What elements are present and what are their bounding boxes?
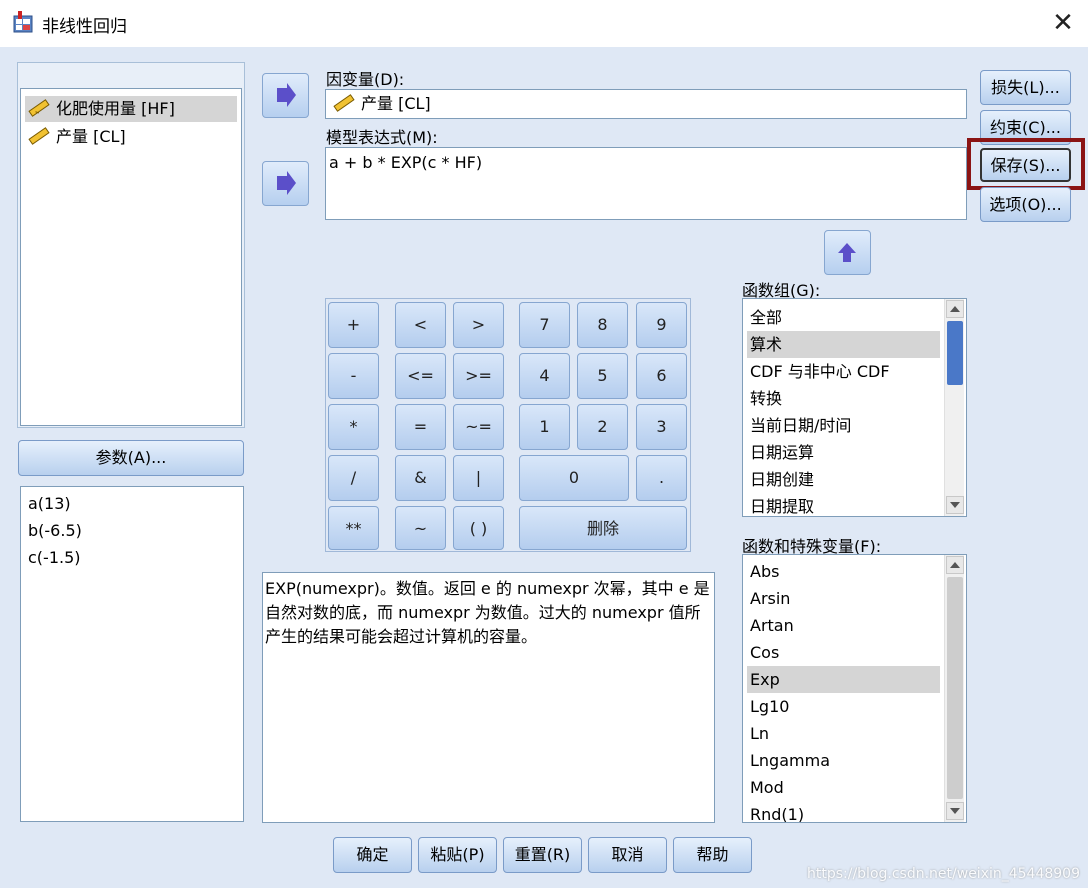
function-group-list[interactable]: 全部 算术 CDF 与非中心 CDF 转换 当前日期/时间 日期运算 日期创建 …	[742, 298, 967, 517]
function-item[interactable]: Cos	[747, 639, 940, 666]
calc-digit-4[interactable]: 4	[519, 353, 570, 399]
watermark: https://blog.csdn.net/weixin_45448909	[806, 866, 1080, 882]
function-group-item[interactable]: 全部	[747, 304, 940, 331]
calc-delete-button[interactable]: 删除	[519, 506, 687, 550]
calc-multiply-button[interactable]: *	[328, 404, 379, 450]
scroll-up-icon[interactable]	[946, 556, 964, 574]
calc-divide-button[interactable]: /	[328, 455, 379, 501]
arrow-right-icon	[277, 83, 296, 107]
dependent-value-text: 产量 [CL]	[361, 94, 431, 113]
function-item[interactable]: Rnd(1)	[747, 801, 940, 822]
params-list[interactable]: a(13) b(-6.5) c(-1.5)	[20, 486, 244, 822]
close-icon[interactable]: ✕	[1048, 8, 1078, 38]
dependent-label: 因变量(D):	[326, 70, 405, 89]
move-to-model-button[interactable]	[262, 161, 309, 206]
calc-notequal-button[interactable]: ~=	[453, 404, 504, 450]
function-group-item[interactable]: 日期提取	[747, 493, 940, 516]
help-button[interactable]: 帮助	[673, 837, 752, 873]
variable-list[interactable]: 化肥使用量 [HF] 产量 [CL]	[20, 88, 242, 426]
scroll-down-icon[interactable]	[946, 802, 964, 820]
function-group-item[interactable]: 日期创建	[747, 466, 940, 493]
model-label: 模型表达式(M):	[326, 128, 438, 147]
calc-digit-9[interactable]: 9	[636, 302, 687, 348]
calc-lt-button[interactable]: <	[395, 302, 446, 348]
model-expression-field[interactable]: a + b * EXP(c * HF)	[325, 147, 967, 220]
move-to-dependent-button[interactable]	[262, 73, 309, 118]
title-bar	[0, 0, 1088, 47]
options-button[interactable]: 选项(O)...	[980, 187, 1071, 222]
calc-equal-button[interactable]: =	[395, 404, 446, 450]
function-item[interactable]: Exp	[747, 666, 940, 693]
ruler-icon	[28, 99, 50, 117]
variable-label: 产量 [CL]	[56, 127, 126, 146]
scroll-thumb[interactable]	[947, 321, 963, 385]
scroll-thumb[interactable]	[947, 577, 963, 799]
function-description-text: EXP(numexpr)。数值。返回 e 的 numexpr 次幂，其中 e 是…	[265, 579, 710, 646]
ok-button[interactable]: 确定	[333, 837, 412, 873]
calc-plus-button[interactable]: +	[328, 302, 379, 348]
variable-item-cl[interactable]: 产量 [CL]	[25, 124, 237, 150]
paste-button[interactable]: 粘贴(P)	[418, 837, 497, 873]
reset-button[interactable]: 重置(R)	[503, 837, 582, 873]
calc-decimal-button[interactable]: .	[636, 455, 687, 501]
calc-digit-7[interactable]: 7	[519, 302, 570, 348]
calc-minus-button[interactable]: -	[328, 353, 379, 399]
function-item[interactable]: Abs	[747, 558, 940, 585]
function-item[interactable]: Artan	[747, 612, 940, 639]
calc-parens-button[interactable]: ( )	[453, 506, 504, 550]
ruler-icon	[333, 94, 355, 112]
model-expression-text: a + b * EXP(c * HF)	[329, 153, 483, 172]
function-group-item[interactable]: 算术	[747, 331, 940, 358]
params-button[interactable]: 参数(A)...	[18, 440, 244, 476]
function-group-scrollbar[interactable]	[944, 299, 964, 516]
variable-label: 化肥使用量 [HF]	[56, 99, 175, 118]
save-button[interactable]: 保存(S)...	[980, 148, 1071, 182]
function-item[interactable]: Arsin	[747, 585, 940, 612]
function-item[interactable]: Ln	[747, 720, 940, 747]
loss-button[interactable]: 损失(L)...	[980, 70, 1071, 105]
calc-gt-button[interactable]: >	[453, 302, 504, 348]
calc-digit-0[interactable]: 0	[519, 455, 629, 501]
calc-and-button[interactable]: &	[395, 455, 446, 501]
param-item[interactable]: c(-1.5)	[25, 544, 81, 571]
calc-ge-button[interactable]: >=	[453, 353, 504, 399]
functions-scrollbar[interactable]	[944, 555, 964, 822]
calc-digit-6[interactable]: 6	[636, 353, 687, 399]
arrow-right-icon	[277, 171, 296, 195]
spss-app-icon	[13, 11, 33, 33]
calc-digit-8[interactable]: 8	[577, 302, 628, 348]
dependent-value: 产量 [CL]	[330, 91, 431, 117]
param-item[interactable]: b(-6.5)	[25, 517, 82, 544]
function-item[interactable]: Lg10	[747, 693, 940, 720]
function-group-item[interactable]: 日期运算	[747, 439, 940, 466]
calc-not-button[interactable]: ~	[395, 506, 446, 550]
cancel-button[interactable]: 取消	[588, 837, 667, 873]
function-description: EXP(numexpr)。数值。返回 e 的 numexpr 次幂，其中 e 是…	[262, 572, 715, 823]
dependent-field[interactable]: 产量 [CL]	[325, 89, 967, 119]
function-group-item[interactable]: 转换	[747, 385, 940, 412]
variable-item-hf[interactable]: 化肥使用量 [HF]	[25, 96, 237, 122]
arrow-up-icon	[838, 243, 856, 262]
calc-power-button[interactable]: **	[328, 506, 379, 550]
function-item[interactable]: Lngamma	[747, 747, 940, 774]
function-item[interactable]: Mod	[747, 774, 940, 801]
calc-digit-3[interactable]: 3	[636, 404, 687, 450]
functions-list[interactable]: Abs Arsin Artan Cos Exp Lg10 Ln Lngamma …	[742, 554, 967, 823]
scroll-up-icon[interactable]	[946, 300, 964, 318]
scroll-down-icon[interactable]	[946, 496, 964, 514]
calc-le-button[interactable]: <=	[395, 353, 446, 399]
calc-digit-5[interactable]: 5	[577, 353, 628, 399]
calc-digit-1[interactable]: 1	[519, 404, 570, 450]
calc-digit-2[interactable]: 2	[577, 404, 628, 450]
function-group-item[interactable]: CDF 与非中心 CDF	[747, 358, 940, 385]
insert-function-button[interactable]	[824, 230, 871, 275]
function-group-item[interactable]: 当前日期/时间	[747, 412, 940, 439]
window-title: 非线性回归	[42, 17, 127, 37]
ruler-icon	[28, 127, 50, 145]
param-item[interactable]: a(13)	[25, 490, 71, 517]
calc-or-button[interactable]: |	[453, 455, 504, 501]
